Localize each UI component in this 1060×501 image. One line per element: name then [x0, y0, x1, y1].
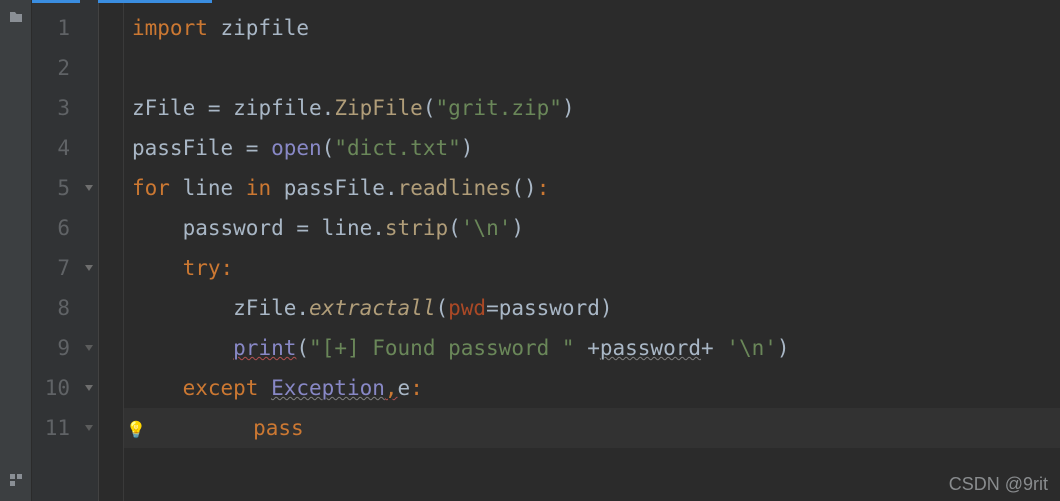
fold-toggle-icon[interactable] — [85, 265, 93, 271]
code-line[interactable]: for line in passFile.readlines(): — [124, 168, 1060, 208]
code-line-current[interactable]: 💡 pass — [124, 408, 1060, 448]
tool-rail — [0, 0, 32, 501]
line-number[interactable]: 10 — [32, 368, 70, 408]
structure-tool-icon[interactable] — [8, 469, 24, 493]
project-tool-icon[interactable] — [8, 6, 24, 30]
line-number[interactable]: 6 — [32, 208, 70, 248]
fold-gutter[interactable] — [80, 0, 98, 501]
line-number[interactable]: 9 — [32, 328, 70, 368]
fold-toggle-icon[interactable] — [85, 385, 93, 391]
fold-toggle-icon[interactable] — [85, 185, 93, 191]
code-line[interactable]: import zipfile — [124, 8, 1060, 48]
line-number[interactable]: 7 — [32, 248, 70, 288]
code-line[interactable]: except Exception,e: — [124, 368, 1060, 408]
line-number[interactable]: 3 — [32, 88, 70, 128]
line-number[interactable]: 8 — [32, 288, 70, 328]
fold-end-icon — [85, 425, 93, 431]
code-line[interactable]: password = line.strip('\n') — [124, 208, 1060, 248]
code-line[interactable]: passFile = open("dict.txt") — [124, 128, 1060, 168]
line-number[interactable]: 11 — [32, 408, 70, 448]
gutter-separator — [98, 0, 124, 501]
code-line[interactable]: try: — [124, 248, 1060, 288]
line-number[interactable]: 2 — [32, 48, 70, 88]
line-number[interactable]: 4 — [32, 128, 70, 168]
code-line[interactable] — [124, 48, 1060, 88]
line-number[interactable]: 5 — [32, 168, 70, 208]
code-editor-surface[interactable]: import zipfile zFile = zipfile.ZipFile("… — [124, 0, 1060, 501]
intention-bulb-icon[interactable]: 💡 — [126, 420, 146, 439]
code-line[interactable]: print("[+] Found password " +password+ '… — [124, 328, 1060, 368]
code-line[interactable]: zFile = zipfile.ZipFile("grit.zip") — [124, 88, 1060, 128]
line-number-gutter[interactable]: 1 2 3 4 5 6 7 8 9 10 11 — [32, 0, 80, 501]
code-line[interactable]: zFile.extractall(pwd=password) — [124, 288, 1060, 328]
fold-end-icon — [85, 345, 93, 351]
editor[interactable]: 1 2 3 4 5 6 7 8 9 10 11 import zipfile z… — [32, 0, 1060, 501]
line-number[interactable]: 1 — [32, 8, 70, 48]
